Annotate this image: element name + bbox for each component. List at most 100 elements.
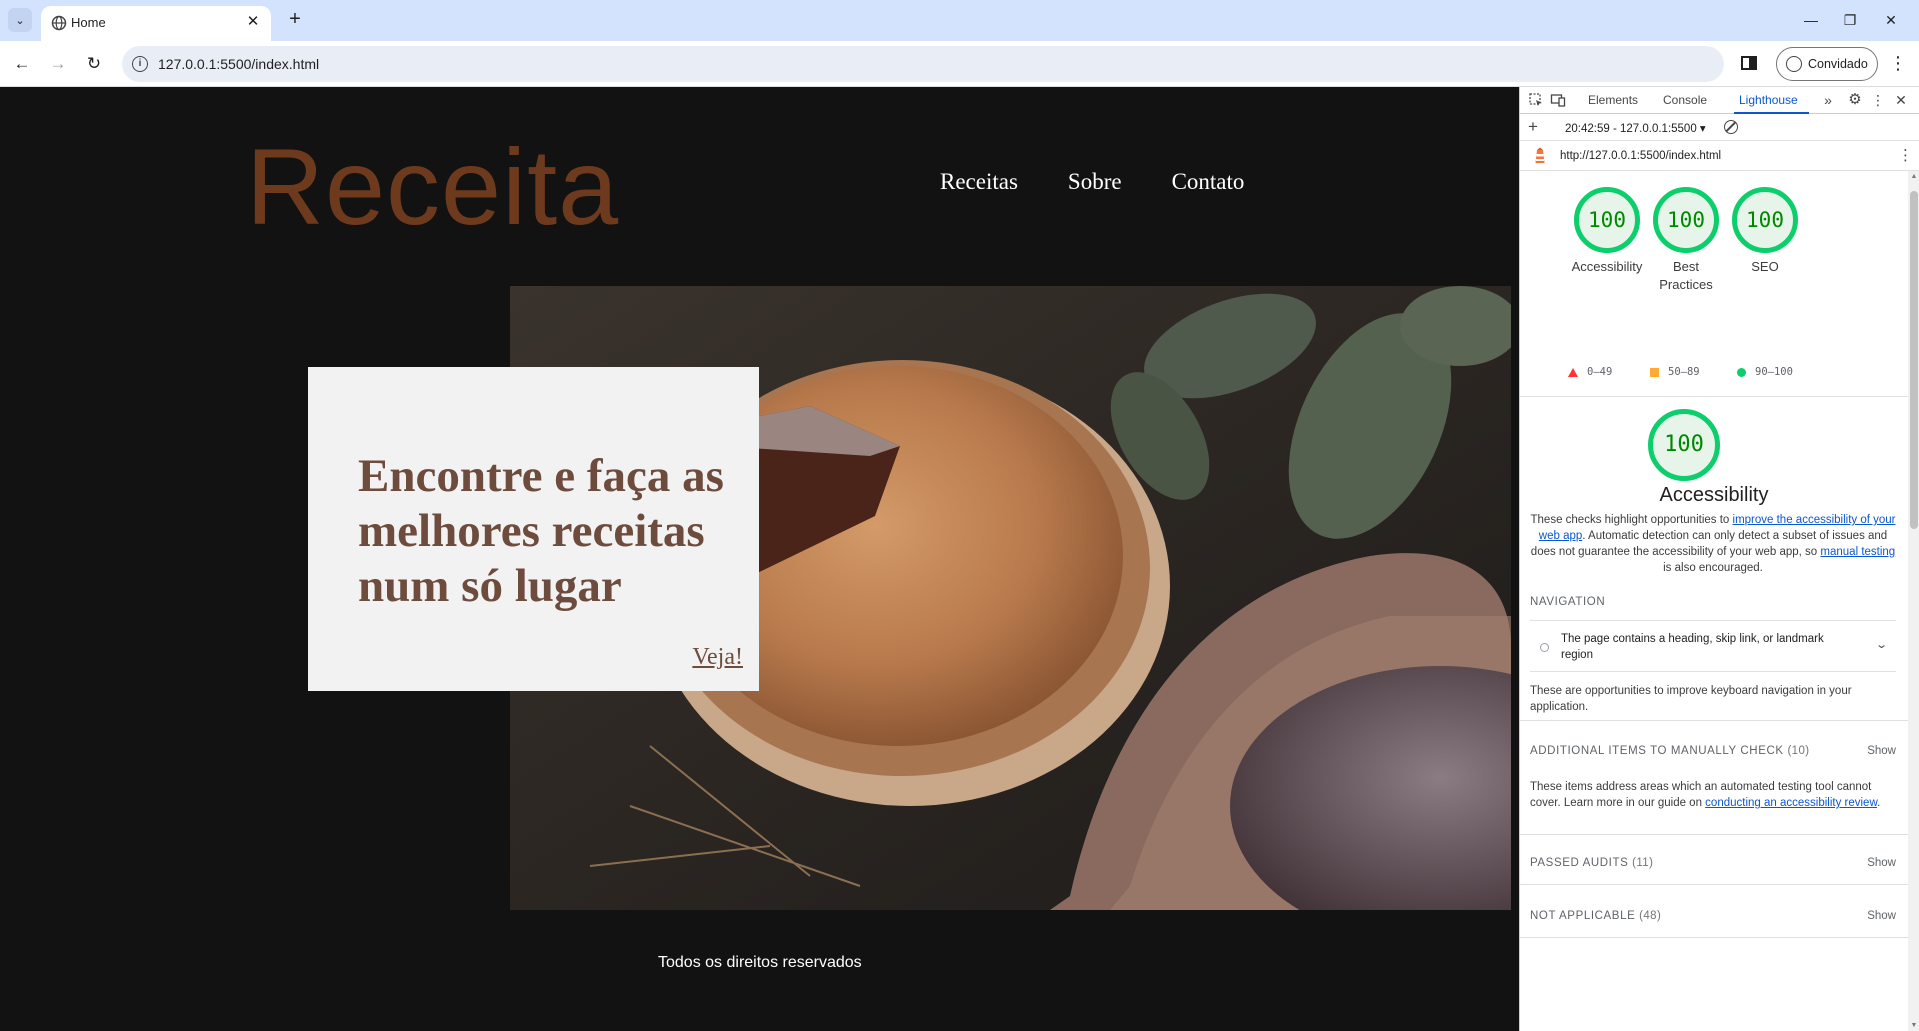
new-tab-button[interactable]: + <box>283 8 307 32</box>
category-score-gauge: 100 <box>1648 409 1720 481</box>
desc-text: . <box>1877 797 1881 809</box>
more-tabs-icon[interactable]: » <box>1820 92 1836 108</box>
tab-search-button[interactable]: ⌄ <box>8 8 32 32</box>
chevron-down-icon[interactable]: ⌄ <box>1875 638 1888 651</box>
passed-audits-show-button[interactable]: Show <box>1867 857 1896 869</box>
report-selector[interactable]: 20:42:59 - 127.0.0.1:5500 ▾ <box>1565 121 1706 135</box>
side-panel-icon[interactable] <box>1737 51 1761 75</box>
tab-lighthouse[interactable]: Lighthouse <box>1739 93 1798 107</box>
browser-tab[interactable]: Home ✕ <box>41 6 271 41</box>
tab-strip: ⌄ Home ✕ + — ❐ ✕ <box>0 0 1919 41</box>
lighthouse-logo-icon <box>1535 147 1545 163</box>
devtools-menu-icon[interactable]: ⋮ <box>1870 92 1886 108</box>
audit-title: The page contains a heading, skip link, … <box>1561 633 1824 661</box>
manual-checks-description: These items address areas which an autom… <box>1530 779 1896 811</box>
score-value: 100 <box>1588 208 1626 232</box>
score-label-line1: SEO <box>1751 259 1779 274</box>
legend-range: 50–89 <box>1668 366 1700 378</box>
desc-text: is also encouraged. <box>1663 562 1763 574</box>
nav-link-sobre[interactable]: Sobre <box>1068 169 1122 195</box>
close-devtools-icon[interactable]: ✕ <box>1893 92 1909 108</box>
navigation-heading: NAVIGATION <box>1530 596 1606 608</box>
browser-menu-icon[interactable]: ⋮ <box>1886 51 1910 75</box>
triangle-icon <box>1568 367 1578 377</box>
profile-label: Convidado <box>1808 57 1868 71</box>
passed-audits-heading[interactable]: PASSED AUDITS (11) Show <box>1530 857 1896 869</box>
audited-url[interactable]: http://127.0.0.1:5500/index.html <box>1560 150 1721 162</box>
not-applicable-show-button[interactable]: Show <box>1867 910 1896 922</box>
devtools-scrollbar[interactable]: ▲ ▼ <box>1908 171 1919 1031</box>
square-icon <box>1650 367 1659 377</box>
profile-button[interactable]: Convidado <box>1776 47 1878 81</box>
tab-elements[interactable]: Elements <box>1588 93 1638 107</box>
hero-card: Encontre e faça as melhores receitas num… <box>308 367 759 691</box>
audit-heading-skip-link[interactable]: The page contains a heading, skip link, … <box>1530 620 1896 672</box>
clear-reports-icon[interactable] <box>1724 120 1738 134</box>
report-menu-icon[interactable]: ⋮ <box>1898 146 1913 164</box>
minimize-icon[interactable]: — <box>1796 8 1826 32</box>
manual-checks-show-button[interactable]: Show <box>1867 745 1896 757</box>
forward-button[interactable]: → <box>44 50 72 78</box>
divider <box>1520 396 1908 397</box>
passed-audits-count: (11) <box>1632 857 1654 869</box>
hero-cta-link[interactable]: Veja! <box>692 644 743 671</box>
legend-average: 50–89 <box>1650 366 1700 378</box>
reload-button[interactable]: ↻ <box>80 50 108 78</box>
not-applicable-heading[interactable]: NOT APPLICABLE (48) Show <box>1530 910 1896 922</box>
score-label-line1: Best <box>1672 259 1699 274</box>
score-value: 100 <box>1746 208 1784 232</box>
legend-fail: 0–49 <box>1568 366 1612 378</box>
settings-gear-icon[interactable]: ⚙ <box>1847 92 1863 108</box>
restore-icon[interactable]: ❐ <box>1835 8 1865 32</box>
divider <box>1520 937 1908 938</box>
close-tab-icon[interactable]: ✕ <box>243 12 263 32</box>
desc-text: These checks highlight opportunities to <box>1530 514 1733 526</box>
score-value: 100 <box>1667 208 1705 232</box>
divider <box>1520 834 1908 835</box>
site-logo[interactable]: Receita <box>246 127 619 247</box>
back-button[interactable]: ← <box>8 50 36 78</box>
category-score-value: 100 <box>1664 432 1704 457</box>
divider <box>1520 884 1908 885</box>
address-bar[interactable]: i 127.0.0.1:5500/index.html <box>122 46 1724 82</box>
nav-link-receitas[interactable]: Receitas <box>940 169 1018 195</box>
nav-link-contato[interactable]: Contato <box>1172 169 1245 195</box>
audit-status-icon <box>1540 643 1549 652</box>
scrollbar-thumb[interactable] <box>1910 191 1918 529</box>
tab-title: Home <box>71 15 106 30</box>
chevron-down-icon: ⌄ <box>15 14 25 27</box>
legend-pass: 90–100 <box>1737 366 1793 378</box>
score-label-line2: Practices <box>1659 277 1713 292</box>
audited-url-bar: http://127.0.0.1:5500/index.html ⋮ <box>1520 141 1919 171</box>
lighthouse-toolbar: + 20:42:59 - 127.0.0.1:5500 ▾ <box>1520 114 1919 141</box>
legend-range: 90–100 <box>1755 366 1793 378</box>
navigation-note: These are opportunities to improve keybo… <box>1530 685 1852 713</box>
category-title: Accessibility <box>1659 484 1769 506</box>
tab-console[interactable]: Console <box>1663 93 1707 107</box>
scroll-up-icon[interactable]: ▲ <box>1910 173 1918 180</box>
globe-icon <box>51 15 67 31</box>
circle-icon <box>1737 367 1746 377</box>
browser-toolbar: ← → ↻ i 127.0.0.1:5500/index.html Convid… <box>0 41 1919 87</box>
accessibility-review-link[interactable]: conducting an accessibility review <box>1705 797 1877 809</box>
legend-range: 0–49 <box>1587 366 1613 378</box>
inspect-element-icon[interactable] <box>1528 92 1544 108</box>
new-report-icon[interactable]: + <box>1528 118 1538 136</box>
url-text[interactable]: 127.0.0.1:5500/index.html <box>158 56 319 72</box>
score-gauge-accessibility[interactable]: 100 <box>1574 187 1640 253</box>
scroll-down-icon[interactable]: ▼ <box>1910 1022 1918 1029</box>
device-toolbar-icon[interactable] <box>1550 92 1566 108</box>
score-gauge-seo[interactable]: 100 <box>1732 187 1798 253</box>
manual-checks-title: ADDITIONAL ITEMS TO MANUALLY CHECK <box>1530 745 1784 757</box>
category-description: These checks highlight opportunities to … <box>1530 512 1896 576</box>
hero-headline: Encontre e faça as melhores receitas num… <box>358 450 724 612</box>
manual-testing-link[interactable]: manual testing <box>1820 546 1895 558</box>
divider <box>1520 720 1908 721</box>
devtools-tabbar: Elements Console Lighthouse » ⚙ ⋮ ✕ <box>1520 87 1919 114</box>
close-window-icon[interactable]: ✕ <box>1876 8 1906 32</box>
manual-checks-heading[interactable]: ADDITIONAL ITEMS TO MANUALLY CHECK (10) … <box>1530 745 1896 757</box>
passed-audits-title: PASSED AUDITS <box>1530 857 1629 869</box>
site-info-icon[interactable]: i <box>132 56 148 72</box>
web-page: Receita Receitas Sobre Contato Encontre … <box>0 87 1519 1031</box>
score-gauge-best-practices[interactable]: 100 <box>1653 187 1719 253</box>
